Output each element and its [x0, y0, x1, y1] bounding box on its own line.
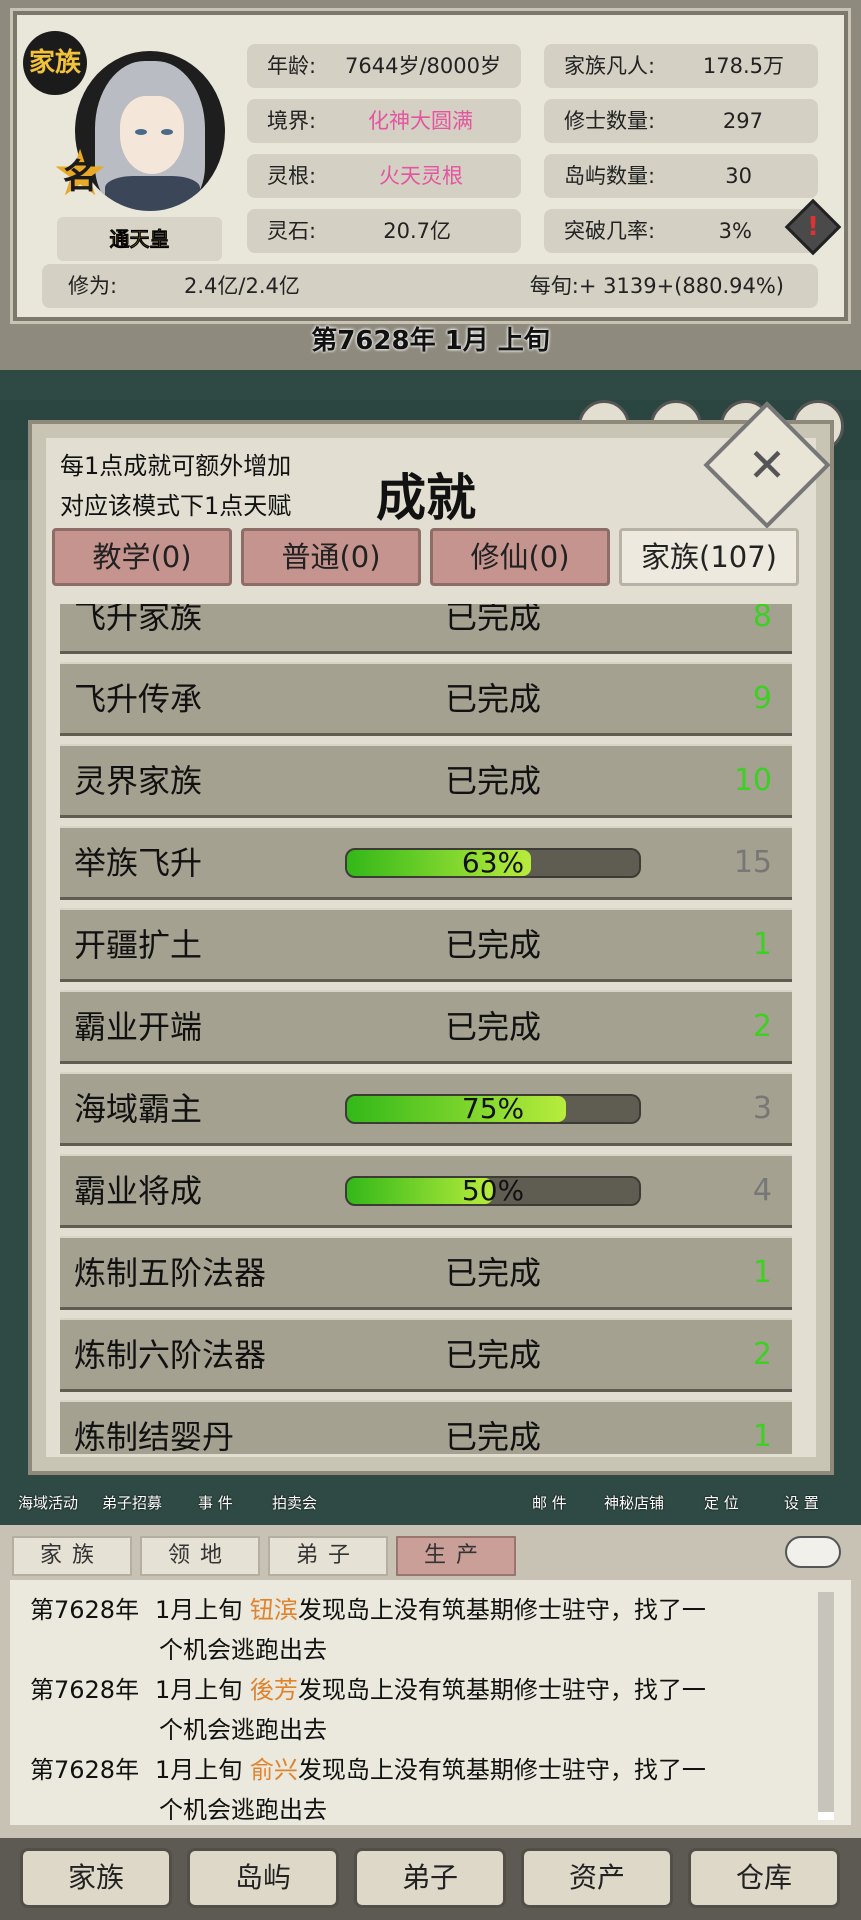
- nav-family[interactable]: 家族: [20, 1848, 172, 1908]
- achievement-name: 炼制结婴丹: [74, 1418, 235, 1454]
- tab-teaching[interactable]: 教学(0): [52, 528, 232, 586]
- nav-disciples[interactable]: 弟子: [354, 1848, 506, 1908]
- achievement-list[interactable]: 飞升家族 已完成 8 飞升传承 已完成 9 灵界家族 已完成 10 举族飞升 63% 15 开疆扩土 已完…: [60, 604, 792, 1454]
- achievement-row: 开疆扩土 已完成 1: [60, 908, 792, 982]
- achievement-row: 霸业将成 50% 4: [60, 1154, 792, 1228]
- achievement-status: 已完成: [445, 1336, 542, 1374]
- per-period-gain: 每旬:+ 3139+(880.94%): [529, 274, 784, 298]
- achievement-points: 1: [752, 1419, 772, 1454]
- modal-hint: 每1点成就可额外增加 对应该模式下1点天赋: [60, 452, 292, 520]
- rank-badge-text: 名: [63, 157, 97, 197]
- achievement-points: 1: [752, 1255, 772, 1290]
- achievement-points: 2: [752, 1337, 772, 1372]
- achievement-name: 飞升传承: [74, 680, 203, 718]
- achievement-name: 海域霸主: [74, 1090, 203, 1128]
- achievement-points: 9: [752, 681, 772, 716]
- achievement-row: 举族飞升 63% 15: [60, 826, 792, 900]
- achievement-status: 已完成: [445, 926, 542, 964]
- progress-text: 75%: [461, 1094, 525, 1124]
- achievement-row: 飞升家族 已完成 8: [60, 604, 792, 654]
- scroll-thumb[interactable]: [818, 1812, 834, 1820]
- achievement-points: 1: [752, 927, 772, 962]
- stat-age: 年龄: 7644岁/8000岁: [247, 44, 521, 88]
- achievement-points: 3: [752, 1091, 772, 1126]
- progress-text: 63%: [461, 848, 525, 878]
- tab-normal[interactable]: 普通(0): [241, 528, 421, 586]
- achievement-name: 举族飞升: [74, 844, 203, 882]
- stat-spirit-root: 灵根: 火天灵根: [247, 154, 521, 198]
- feature-locate[interactable]: 定 位: [704, 1492, 739, 1513]
- log-scrollbar[interactable]: [818, 1592, 834, 1820]
- achievement-points: 2: [752, 1009, 772, 1044]
- tab-family[interactable]: 家族(107): [619, 528, 799, 586]
- stat-cultivators: 修士数量: 297: [544, 99, 818, 143]
- achievement-name: 炼制六阶法器: [74, 1336, 267, 1374]
- achievement-name: 开疆扩土: [74, 926, 203, 964]
- achievement-name: 霸业开端: [74, 1008, 203, 1046]
- stat-realm: 境界: 化神大圆满: [247, 99, 521, 143]
- achievement-name: 飞升家族: [74, 604, 203, 636]
- achievement-row: 霸业开端 已完成 2: [60, 990, 792, 1064]
- achievement-status: 已完成: [445, 1418, 542, 1454]
- lower-tab-disciples[interactable]: 弟子: [268, 1536, 388, 1576]
- achievement-row: 炼制五阶法器 已完成 1: [60, 1236, 792, 1310]
- lower-tab-family[interactable]: 家族: [12, 1536, 132, 1576]
- feature-auction[interactable]: 拍卖会: [272, 1492, 317, 1513]
- log-entry: 第7628年 1月上旬 俞兴发现岛上没有筑基期修士驻守，找了一 个机会逃跑出去: [30, 1756, 706, 1824]
- achievement-progress-bar: 63%: [345, 848, 641, 878]
- achievement-progress-bar: 75%: [345, 1094, 641, 1124]
- achievement-row: 炼制六阶法器 已完成 2: [60, 1318, 792, 1392]
- achievement-points: 4: [752, 1173, 772, 1208]
- achievement-name: 灵界家族: [74, 762, 203, 800]
- achievement-name: 霸业将成: [74, 1172, 203, 1210]
- family-badge: 家族: [23, 31, 87, 95]
- achievement-points: 8: [752, 604, 772, 634]
- achievement-points: 15: [733, 845, 772, 880]
- nav-assets[interactable]: 资产: [521, 1848, 673, 1908]
- achievement-status: 已完成: [445, 762, 542, 800]
- achievement-tabs: 教学(0) 普通(0) 修仙(0) 家族(107): [48, 520, 806, 592]
- achievement-row: 灵界家族 已完成 10: [60, 744, 792, 818]
- feature-sea-activity[interactable]: 海域活动: [18, 1492, 78, 1513]
- current-date: 第7628年 1月 上旬: [311, 326, 550, 356]
- feature-recruit[interactable]: 弟子招募: [102, 1492, 162, 1513]
- achievement-status: 已完成: [445, 1254, 542, 1292]
- stat-spirit-stones: 灵石: 20.7亿: [247, 209, 521, 253]
- feature-bar: 海域活动 弟子招募 事 件 拍卖会 邮 件 神秘店铺 定 位 设 置: [0, 1492, 861, 1522]
- progress-text: 50%: [461, 1176, 525, 1206]
- feature-mail[interactable]: 邮 件: [532, 1492, 567, 1513]
- cultivation-bar: 修为: 2.4亿/2.4亿 每旬:+ 3139+(880.94%): [42, 264, 818, 308]
- cultivation-value: 2.4亿/2.4亿: [184, 274, 300, 298]
- cloud-icon[interactable]: [785, 1536, 841, 1568]
- character-title: 通天皇: [57, 217, 222, 261]
- stat-islands: 岛屿数量: 30: [544, 154, 818, 198]
- log-entry: 第7628年 1月上旬 钮滨发现岛上没有筑基期修士驻守，找了一 个机会逃跑出去: [30, 1596, 706, 1664]
- achievement-row: 海域霸主 75% 3: [60, 1072, 792, 1146]
- achievement-status: 已完成: [445, 604, 542, 636]
- achievement-points: 10: [733, 763, 772, 798]
- nav-islands[interactable]: 岛屿: [187, 1848, 339, 1908]
- achievement-status: 已完成: [445, 680, 542, 718]
- feature-events[interactable]: 事 件: [198, 1492, 233, 1513]
- stat-breakthrough: 突破几率: 3%: [544, 209, 818, 253]
- feature-settings[interactable]: 设 置: [784, 1492, 819, 1513]
- achievement-row: 炼制结婴丹 已完成 1: [60, 1400, 792, 1454]
- log-entry: 第7628年 1月上旬 後芳发现岛上没有筑基期修士驻守，找了一 个机会逃跑出去: [30, 1676, 706, 1744]
- achievement-name: 炼制五阶法器: [74, 1254, 267, 1292]
- feature-shop[interactable]: 神秘店铺: [604, 1492, 664, 1513]
- achievement-row: 飞升传承 已完成 9: [60, 662, 792, 736]
- tab-cultivation[interactable]: 修仙(0): [430, 528, 610, 586]
- event-log[interactable]: 第7628年 1月上旬 钮滨发现岛上没有筑基期修士驻守，找了一 个机会逃跑出去 第…: [10, 1580, 851, 1825]
- stat-mortals: 家族凡人: 178.5万: [544, 44, 818, 88]
- nav-warehouse[interactable]: 仓库: [688, 1848, 840, 1908]
- lower-tab-production[interactable]: 生产: [396, 1536, 516, 1576]
- achievement-progress-bar: 50%: [345, 1176, 641, 1206]
- lower-tab-territory[interactable]: 领地: [140, 1536, 260, 1576]
- rank-star-icon: ★ 名: [47, 141, 113, 207]
- cultivation-label: 修为:: [68, 274, 118, 298]
- achievement-status: 已完成: [445, 1008, 542, 1046]
